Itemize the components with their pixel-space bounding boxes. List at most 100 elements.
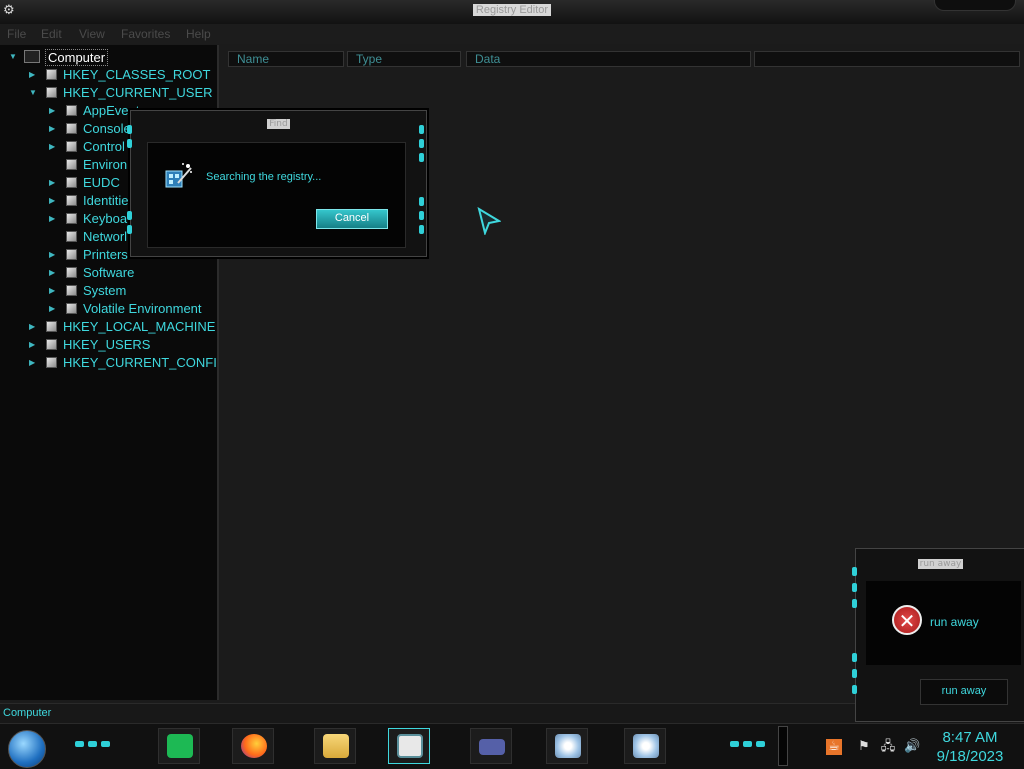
decor-tick (419, 197, 424, 206)
taskbar-firefox[interactable] (232, 728, 274, 764)
registry-key-icon (66, 231, 77, 242)
decor-tick (852, 567, 857, 576)
expand-icon[interactable]: ▶ (29, 358, 38, 367)
expand-icon[interactable]: ▶ (49, 178, 58, 187)
tree-node[interactable]: ▼ HKEY_CURRENT_USER (0, 84, 217, 102)
tree-node[interactable]: ▶ System (0, 282, 217, 300)
tree-node[interactable]: ▶ Software (0, 264, 217, 282)
taskbar-spotify[interactable] (158, 728, 200, 764)
error-dialog[interactable]: run away ✕ run away run away (852, 548, 1024, 722)
registry-key-icon (66, 213, 77, 224)
disc-utility-icon (633, 734, 659, 758)
tree-node-label: HKEY_CURRENT_CONFI (63, 355, 217, 370)
registry-key-icon (66, 249, 77, 260)
decor-tick (852, 599, 857, 608)
decor-tick (852, 669, 857, 678)
taskbar-disc-1[interactable] (546, 728, 588, 764)
network-icon[interactable]: 🖧 (880, 739, 896, 755)
decor-tick (852, 583, 857, 592)
notepad-icon (397, 734, 423, 758)
expand-icon[interactable]: ▶ (49, 268, 58, 277)
taskbar-card[interactable] (470, 728, 512, 764)
collapse-icon[interactable]: ▼ (29, 88, 38, 97)
expand-icon[interactable]: ▶ (49, 250, 58, 259)
expand-icon[interactable]: ▶ (49, 106, 58, 115)
menu-view[interactable]: View (79, 27, 105, 41)
tree-node-computer[interactable]: ▼ Computer (0, 48, 217, 66)
menu-file[interactable]: File (7, 27, 26, 41)
expand-icon[interactable]: ▶ (29, 340, 38, 349)
window-title: Registry Editor (0, 4, 1024, 16)
tree-node-label: HKEY_CURRENT_USER (63, 85, 213, 100)
file-explorer-icon (323, 734, 349, 758)
tree-node-label: Console (83, 121, 131, 136)
menu-favorites[interactable]: Favorites (121, 27, 170, 41)
find-dialog[interactable]: Find Searching the registry... Cancel (127, 110, 427, 257)
tree-node-label: Printers (83, 247, 128, 262)
card-icon (479, 739, 505, 755)
decor-tick (743, 741, 752, 747)
volume-icon[interactable]: 🔊 (904, 739, 920, 755)
tree-node-label: Environ (83, 157, 128, 172)
clock-date[interactable]: 9/18/2023 (930, 748, 1010, 765)
expand-icon[interactable]: ▶ (49, 286, 58, 295)
registry-key-icon (46, 69, 57, 80)
flag-icon[interactable]: ⚑ (856, 739, 872, 755)
mouse-cursor-icon (477, 206, 502, 237)
column-header-name[interactable]: Name (228, 51, 344, 67)
java-icon[interactable]: ☕ (826, 739, 842, 755)
caption-buttons[interactable] (934, 0, 1016, 11)
tree-node[interactable]: ▶ HKEY_CLASSES_ROOT (0, 66, 217, 84)
expand-icon[interactable]: ▶ (29, 322, 38, 331)
tree-node[interactable]: ▶ HKEY_LOCAL_MACHINE (0, 318, 217, 336)
expand-icon[interactable]: ▶ (49, 214, 58, 223)
run-away-button[interactable]: run away (920, 679, 1008, 705)
expand-icon[interactable]: ▶ (29, 70, 38, 79)
registry-key-icon (66, 123, 77, 134)
search-registry-icon (164, 161, 194, 191)
menu-help[interactable]: Help (186, 27, 211, 41)
expand-icon[interactable]: ▶ (49, 124, 58, 133)
taskbar-regedit[interactable] (388, 728, 430, 764)
registry-key-icon (66, 267, 77, 278)
decor-tick (852, 685, 857, 694)
dialog-body: ✕ run away (866, 581, 1021, 665)
cancel-button[interactable]: Cancel (316, 209, 388, 229)
decor-tick (419, 211, 424, 220)
dialog-message: run away (930, 615, 979, 629)
menu-bar: File Edit View Favorites Help (0, 24, 1024, 44)
show-desktop-button[interactable] (778, 726, 788, 766)
expand-icon[interactable]: ▶ (49, 304, 58, 313)
decor-tick (127, 125, 132, 134)
registry-key-icon (46, 87, 57, 98)
column-header-type[interactable]: Type (347, 51, 461, 67)
decor-tick (852, 653, 857, 662)
collapse-icon[interactable]: ▼ (9, 52, 18, 61)
start-button[interactable] (8, 730, 46, 768)
dialog-body: Searching the registry... Cancel (147, 142, 406, 248)
decor-tick (419, 153, 424, 162)
taskbar-disc-2[interactable] (624, 728, 666, 764)
tree-node-label: HKEY_LOCAL_MACHINE (63, 319, 216, 334)
taskbar-explorer[interactable] (314, 728, 356, 764)
expand-icon[interactable]: ▶ (49, 196, 58, 205)
tree-node-label: EUDC (83, 175, 120, 190)
firefox-icon (241, 734, 267, 758)
decor-tick (419, 125, 424, 134)
expand-icon[interactable]: ▶ (49, 142, 58, 151)
decor-tick (419, 139, 424, 148)
column-header-data[interactable]: Data (466, 51, 751, 67)
tree-node[interactable]: ▶ Volatile Environment (0, 300, 217, 318)
tree-node[interactable]: ▶ HKEY_CURRENT_CONFI (0, 354, 217, 372)
computer-icon (24, 50, 40, 63)
dialog-message: Searching the registry... (206, 171, 322, 183)
menu-edit[interactable]: Edit (41, 27, 62, 41)
decor-tick (88, 741, 97, 747)
title-bar[interactable]: ⚙ Registry Editor (0, 0, 1024, 25)
decor-tick (756, 741, 765, 747)
clock-time[interactable]: 8:47 AM (930, 729, 1010, 746)
tree-node-label: HKEY_USERS (63, 337, 151, 352)
tree-node[interactable]: ▶ HKEY_USERS (0, 336, 217, 354)
decor-tick (730, 741, 739, 747)
registry-key-icon (66, 303, 77, 314)
